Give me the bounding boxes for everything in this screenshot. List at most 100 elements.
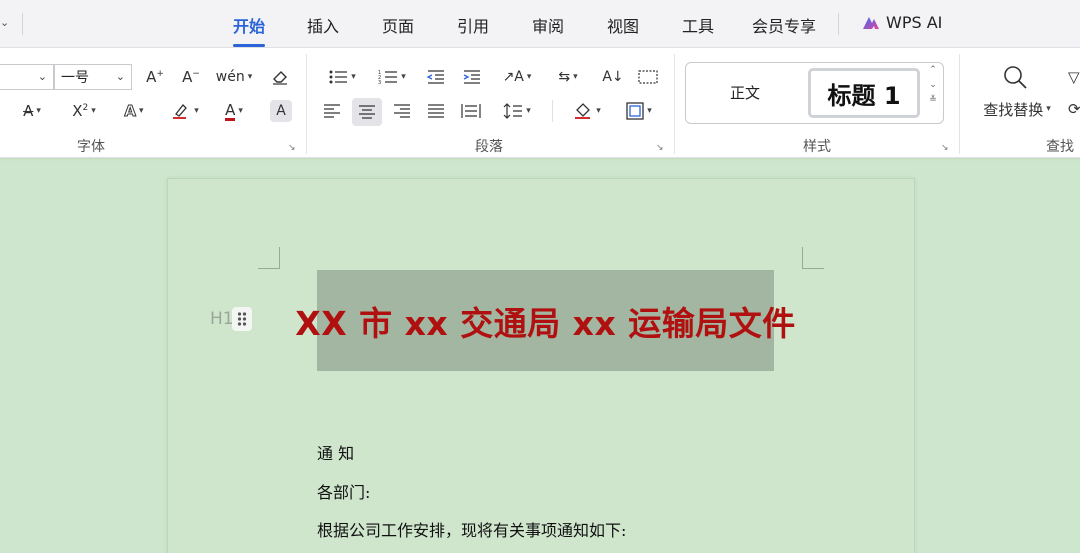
align-center-button[interactable] [352,98,382,126]
chevron-down-icon: ▾ [194,106,199,116]
tab-bar: ⌄ 开始 插入 页面 引用 审阅 视图 工具 会员专享 WPS AI [0,0,1080,48]
divider [959,54,960,154]
numbered-list-icon: 123 [378,70,398,85]
shading-button[interactable]: ▾ [566,99,608,123]
text-direction-icon: ↗A [502,69,524,85]
divider [674,54,675,154]
select-button[interactable]: ▽ [1068,64,1080,90]
chevron-down-icon: ▾ [91,106,96,116]
font-size-combo[interactable]: 一号 ⌄ [54,64,132,90]
more-styles-icon[interactable]: ≚ [929,95,937,105]
clear-format-button[interactable] [268,65,292,89]
chevron-down-icon: ▾ [401,72,406,82]
text-direction-button[interactable]: ↗A ▾ [496,65,538,89]
sort-button[interactable]: A↓ [600,65,626,89]
paragraph-group-label: 段落 [475,139,503,155]
tab-insert[interactable]: 插入 [307,13,339,37]
align-center-icon [359,105,375,119]
styles-gallery: 正文 标题 1 ⌃ ⌄ ≚ [685,62,944,124]
tab-view[interactable]: 视图 [607,13,639,37]
bullet-list-icon [329,70,348,84]
shrink-font-icon: A− [182,68,200,86]
show-marks-button[interactable] [636,65,660,89]
line-spacing-button[interactable]: ▾ [496,99,538,123]
style-heading-1[interactable]: 标题 1 [808,68,920,118]
tab-home[interactable]: 开始 [233,13,266,47]
decrease-indent-button[interactable] [424,65,448,89]
phonetic-guide-button[interactable]: wén ▾ [214,65,254,89]
ribbon: ⌄ 一号 ⌄ A+ A− wén ▾ A ▾ X2 ▾ A ▾ ▾ A ▾ A 字体 ↘ … [0,48,1080,158]
chevron-down-icon: ▾ [247,72,253,82]
body-paragraph[interactable]: 各部门: [317,479,370,503]
replace-button[interactable]: ⟳ [1068,98,1080,120]
highlight-button[interactable]: ▾ [164,99,206,123]
justify-button[interactable] [424,99,448,123]
font-dialog-launcher-icon[interactable]: ↘ [288,143,296,153]
chevron-down-icon: ▾ [526,106,531,116]
align-left-icon [324,104,340,118]
find-replace-button[interactable]: 查找替换 ▾ [976,98,1058,120]
chevron-down-icon: ▾ [1046,104,1051,114]
shrink-font-button[interactable]: A− [180,65,202,89]
chevron-down-icon: ⌄ [37,70,47,83]
tab-page[interactable]: 页面 [382,13,414,37]
borders-button[interactable]: ▾ [618,99,660,123]
line-spacing-icon [503,103,523,119]
line-break-button[interactable]: ⇆ ▾ [548,65,588,89]
tab-membership[interactable]: 会员专享 [752,13,816,37]
refresh-icon: ⟳ [1068,100,1080,118]
svg-text:3: 3 [378,80,381,85]
divider [22,13,23,35]
find-replace-label: 查找替换 [983,100,1044,119]
distributed-button[interactable] [458,99,484,123]
chevron-down-icon: ▾ [596,106,601,116]
grow-font-button[interactable]: A+ [144,65,166,89]
tab-tools[interactable]: 工具 [682,13,714,37]
numbering-button[interactable]: 1 2 3 ▾ [372,65,412,89]
font-color-button[interactable]: A ▾ [214,99,254,123]
eraser-icon [273,71,287,85]
paragraph-dialog-launcher-icon[interactable]: ↘ [656,143,664,153]
chevron-down-icon: ▾ [351,72,356,82]
align-right-button[interactable] [390,99,414,123]
grow-font-icon: A+ [146,68,164,86]
strikethrough-button[interactable]: A ▾ [12,99,52,123]
highlighter-icon [173,104,188,119]
increase-indent-button[interactable] [460,65,484,89]
char-shading-button[interactable]: A [270,100,292,122]
chevron-down-icon[interactable]: ⌄ [0,16,9,29]
selected-heading[interactable]: XX 市 xx 交通局 xx 运输局文件 [295,270,795,371]
superscript-icon: X2 [72,102,89,120]
justify-icon [428,104,444,118]
text-effect-button[interactable]: A ▾ [114,99,154,123]
document-page[interactable]: H1 XX 市 xx 交通局 xx 运输局文件 通 知 各部门: 根据公司工作安… [167,178,915,553]
swap-arrows-icon: ⇆ [558,69,571,85]
drag-handle-icon[interactable] [232,307,252,331]
divider [838,13,839,35]
chevron-down-icon: ▾ [36,106,41,116]
chevron-down-icon[interactable]: ⌄ [929,80,937,90]
align-left-button[interactable] [320,99,344,123]
font-color-icon: A [225,100,236,121]
body-paragraph[interactable]: 根据公司工作安排，现将有关事项通知如下: [317,517,626,541]
search-icon [1004,66,1027,89]
table-grid-icon [638,70,658,84]
font-name-combo[interactable]: ⌄ [0,64,54,90]
styles-dialog-launcher-icon[interactable]: ↘ [941,143,949,153]
border-icon [626,102,644,120]
styles-scroll: ⌃ ⌄ ≚ [927,65,939,105]
divider [306,54,307,154]
superscript-button[interactable]: X2 ▾ [64,99,104,123]
style-normal[interactable]: 正文 [730,82,760,103]
grip-dots-icon [237,312,247,326]
tab-review[interactable]: 审阅 [532,13,564,37]
wps-ai-button[interactable]: WPS AI [862,13,942,32]
document-heading: XX 市 xx 交通局 xx 运输局文件 [295,303,796,343]
wps-ai-logo-icon [863,16,879,29]
chevron-up-icon[interactable]: ⌃ [929,65,937,75]
sort-icon: A↓ [602,69,624,85]
find-icon-button[interactable] [1000,62,1030,92]
body-paragraph[interactable]: 通 知 [317,440,354,464]
tab-references[interactable]: 引用 [457,13,489,37]
bullets-button[interactable]: ▾ [322,65,362,89]
